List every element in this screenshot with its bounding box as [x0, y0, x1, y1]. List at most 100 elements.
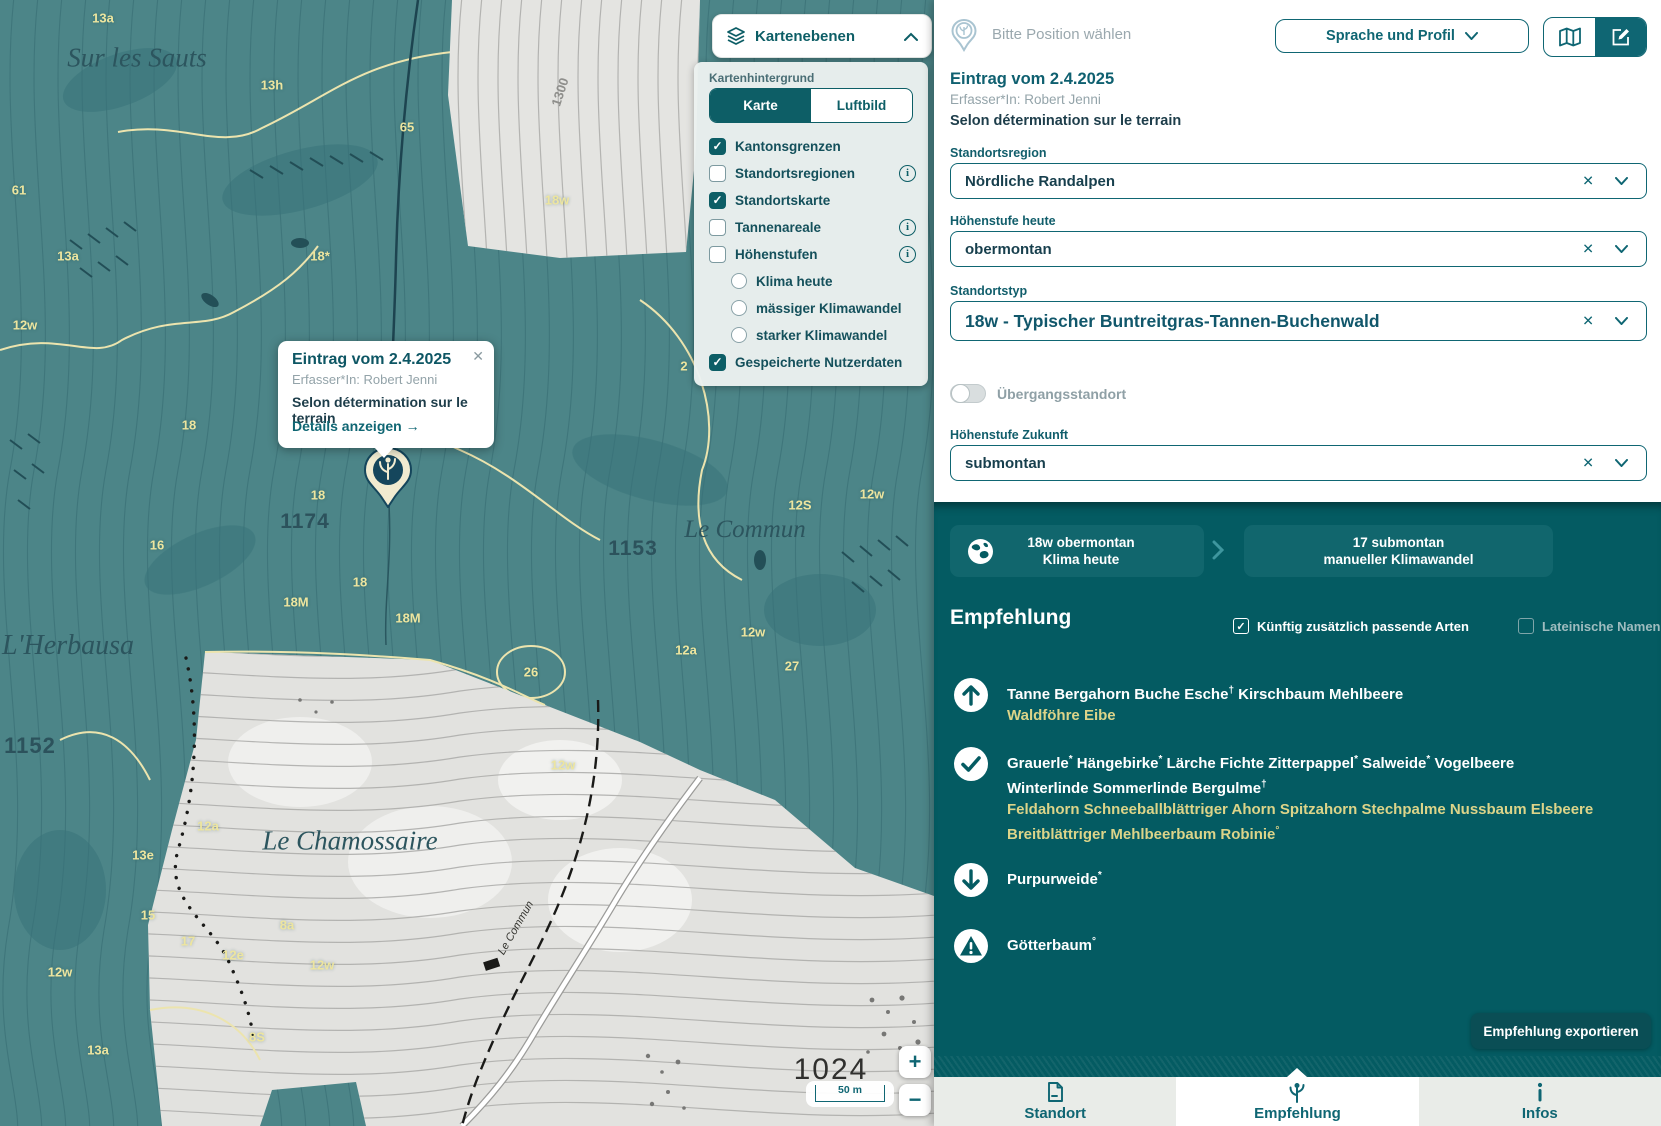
climate-today-card[interactable]: 18w obermontan Klima heute	[950, 525, 1204, 577]
position-pin-icon	[950, 18, 978, 57]
hoehenstufe-zukunft-value: submontan	[965, 455, 1046, 472]
map-canvas[interactable]: 13aSur les Sauts13h13006518w6113a18*12w2…	[0, 0, 934, 1126]
radio-label: Klima heute	[756, 274, 833, 289]
globe-icon	[967, 538, 994, 565]
layer-label: Gespeicherte Nutzerdaten	[735, 355, 902, 370]
species-line: Tanne Bergahorn Buche Esche† Kirschbaum …	[1007, 680, 1403, 705]
layer-label: Tannenareale	[735, 220, 821, 235]
species-line: Grauerle* Hängebirke* Lärche Fichte Zitt…	[1007, 749, 1593, 774]
map-view-button[interactable]	[1544, 18, 1595, 56]
check-circle-icon	[954, 747, 988, 781]
clear-icon[interactable]: ✕	[1582, 313, 1594, 330]
recommendation-section: 18w obermontan Klima heute 17 submontan …	[934, 502, 1661, 1077]
tab-label: Standort	[1024, 1105, 1086, 1122]
toggle-label: Übergangsstandort	[997, 386, 1126, 402]
checkbox-icon	[709, 219, 726, 236]
entry-note: Selon détermination sur le terrain	[950, 113, 1181, 129]
map-layers-button[interactable]: Kartenebenen	[712, 14, 932, 58]
popup-title: Eintrag vom 2.4.2025	[292, 351, 451, 369]
checkbox-icon	[1518, 618, 1534, 634]
standortstyp-select[interactable]: 18w - Typischer Buntreitgras-Tannen-Buch…	[950, 301, 1647, 341]
zoom-in-button[interactable]: +	[899, 1046, 931, 1078]
field-label-hoehenstufe-heute: Höhenstufe heute	[950, 214, 1056, 228]
radio-maessiger-klimawandel[interactable]: mässiger Klimawandel	[731, 298, 916, 318]
background-option-karte[interactable]: Karte	[710, 89, 811, 122]
checkbox-checked-icon: ✓	[709, 192, 726, 209]
close-icon[interactable]: ✕	[472, 348, 484, 365]
treeapp-window: 13aSur les Sauts13h13006518w6113a18*12w2…	[0, 0, 1661, 1126]
export-recommendation-button[interactable]: Empfehlung exportieren	[1471, 1013, 1651, 1049]
entry-title: Eintrag vom 2.4.2025	[950, 70, 1114, 89]
layer-checkbox-hoehenstufen[interactable]: Höhenstufen i	[709, 244, 916, 264]
clear-icon[interactable]: ✕	[1582, 173, 1594, 190]
climate-today-line1: 18w obermontan	[1027, 534, 1134, 551]
latin-names-checkbox[interactable]: Lateinische Namen	[1518, 618, 1661, 634]
chevron-right-icon	[1212, 540, 1224, 560]
scale-label: 50 m	[806, 1084, 894, 1096]
hoehenstufe-heute-select[interactable]: obermontan ✕	[950, 231, 1647, 267]
tab-infos[interactable]: Infos	[1419, 1077, 1661, 1126]
background-caption: Kartenhintergrund	[709, 71, 814, 85]
arrow-down-circle-icon	[954, 863, 988, 897]
layer-label: Kantonsgrenzen	[735, 139, 841, 154]
hoehenstufe-zukunft-select[interactable]: submontan ✕	[950, 445, 1647, 481]
map-layers-panel: Kartenhintergrund Karte Luftbild ✓ Kanto…	[694, 62, 928, 386]
side-panel: Bitte Position wählen Sprache und Profil…	[934, 0, 1661, 1126]
language-profile-label: Sprache und Profil	[1326, 28, 1455, 44]
layer-checkbox-standortskarte[interactable]: ✓ Standortskarte	[709, 190, 916, 210]
standortstyp-value: 18w - Typischer Buntreitgras-Tannen-Buch…	[965, 311, 1380, 332]
info-icon[interactable]: i	[899, 165, 916, 182]
future-species-checkbox[interactable]: ✓ Künftig zusätzlich passende Arten	[1233, 618, 1469, 634]
standortsregion-select[interactable]: Nördliche Randalpen ✕	[950, 163, 1647, 199]
map-entry-popup: Eintrag vom 2.4.2025 Erfasser*In: Robert…	[278, 341, 494, 448]
info-icon[interactable]: i	[899, 219, 916, 236]
layers-icon	[726, 26, 746, 46]
radio-icon	[731, 300, 747, 316]
chevron-down-icon[interactable]	[1615, 317, 1628, 325]
arrow-up-circle-icon	[954, 678, 988, 712]
chevron-down-icon[interactable]	[1615, 245, 1628, 253]
chevron-down-icon[interactable]	[1615, 177, 1628, 185]
clear-icon[interactable]: ✕	[1582, 455, 1594, 472]
popup-author: Erfasser*In: Robert Jenni	[292, 372, 437, 387]
zoom-out-button[interactable]: −	[899, 1084, 931, 1116]
info-icon[interactable]: i	[899, 246, 916, 263]
climate-future-line2: manueller Klimawandel	[1323, 551, 1473, 568]
checkbox-checked-icon: ✓	[709, 138, 726, 155]
layer-checkbox-kantonsgrenzen[interactable]: ✓ Kantonsgrenzen	[709, 136, 916, 156]
edit-view-button[interactable]	[1595, 18, 1646, 56]
climate-future-card[interactable]: 17 submontan manueller Klimawandel	[1244, 525, 1553, 577]
popup-pointer	[374, 447, 394, 458]
warning-circle-icon	[954, 929, 988, 963]
species-line: Götterbaum°	[1007, 931, 1096, 956]
layer-checkbox-gespeicherte-nutzerdaten[interactable]: ✓ Gespeicherte Nutzerdaten	[709, 352, 916, 372]
climate-today-line2: Klima heute	[1027, 551, 1134, 568]
uebergangsstandort-toggle[interactable]: Übergangsstandort	[950, 384, 1126, 403]
species-line: Winterlinde Sommerlinde Bergulme†	[1007, 774, 1593, 799]
layer-checkbox-tannenareale[interactable]: Tannenareale i	[709, 217, 916, 237]
radio-klima-heute[interactable]: Klima heute	[731, 271, 916, 291]
popup-details-link[interactable]: Details anzeigen →	[292, 418, 420, 434]
layer-label: Standortsregionen	[735, 166, 855, 181]
radio-starker-klimawandel[interactable]: starker Klimawandel	[731, 325, 916, 345]
edit-pencil-icon	[1611, 27, 1631, 47]
layer-checkbox-standortsregionen[interactable]: Standortsregionen i	[709, 163, 916, 183]
map-zoom-control: + −	[899, 1046, 931, 1122]
language-profile-button[interactable]: Sprache und Profil	[1275, 19, 1529, 53]
info-icon	[1529, 1081, 1551, 1103]
radio-label: starker Klimawandel	[756, 328, 887, 343]
radio-icon	[731, 273, 747, 289]
chevron-down-icon[interactable]	[1615, 459, 1628, 467]
species-line-future: Breitblättriger Mehlbeerbaum Robinie°	[1007, 820, 1593, 845]
tab-empfehlung[interactable]: Empfehlung	[1176, 1077, 1418, 1126]
entry-author: Erfasser*In: Robert Jenni	[950, 92, 1101, 107]
recommendation-row-down: Purpurweide*	[954, 863, 1647, 897]
tab-standort[interactable]: Standort	[934, 1077, 1176, 1126]
clear-icon[interactable]: ✕	[1582, 241, 1594, 258]
species-line-future: Feldahorn Schneeballblättriger Ahorn Spi…	[1007, 799, 1593, 820]
field-label-hoehenstufe-zukunft: Höhenstufe Zukunft	[950, 428, 1068, 442]
latin-names-label: Lateinische Namen	[1542, 619, 1661, 634]
toggle-off-icon	[950, 384, 986, 403]
checkbox-icon	[709, 165, 726, 182]
background-option-luftbild[interactable]: Luftbild	[811, 89, 912, 122]
